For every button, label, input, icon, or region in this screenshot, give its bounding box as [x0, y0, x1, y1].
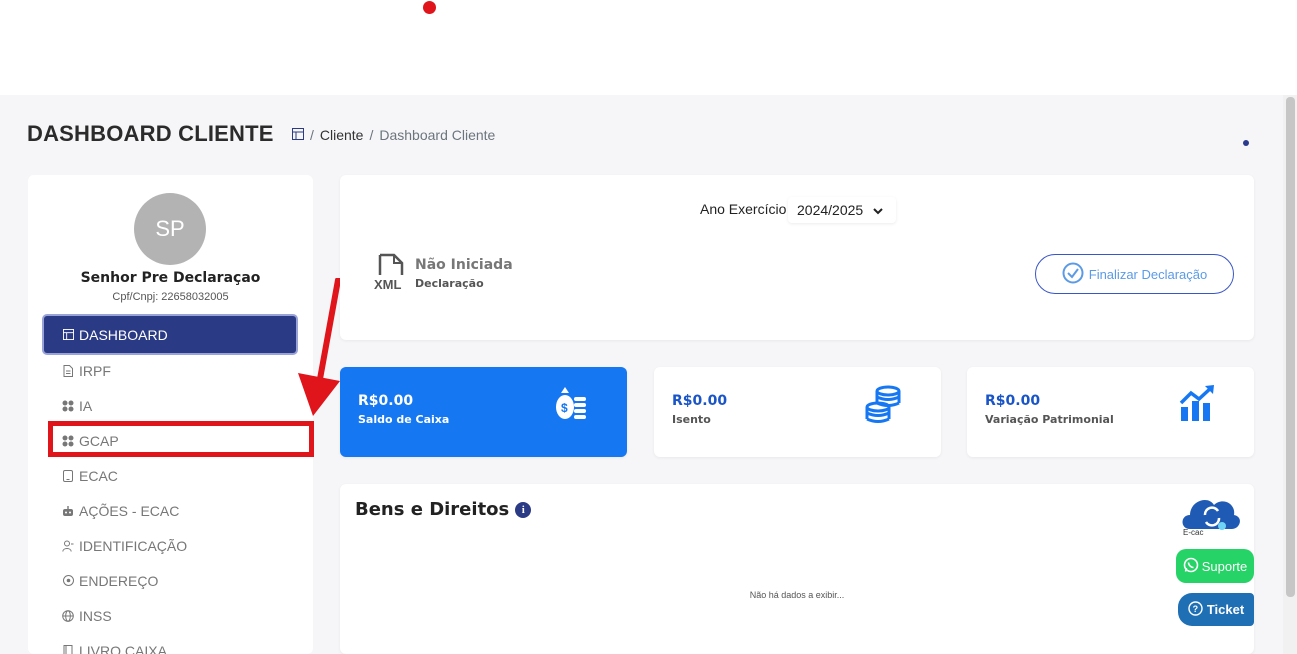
question-icon: ?: [1188, 600, 1203, 619]
ano-exercicio-select[interactable]: 2024/2025: [788, 197, 896, 223]
robot-icon: [62, 505, 74, 517]
stat-value: R$0.00: [358, 393, 414, 409]
check-circle-icon: [1062, 262, 1084, 287]
ano-exercicio-label: Ano Exercício: [700, 201, 787, 217]
sidebar-item-label: AÇÕES - ECAC: [79, 502, 180, 519]
sidebar-item-irpf[interactable]: IRPF: [44, 353, 296, 388]
bens-direitos-card: Bens e Direitos i Não há dados a exibir.…: [340, 484, 1254, 654]
sidebar-item-acoes-ecac[interactable]: AÇÕES - ECAC: [44, 493, 296, 528]
top-bar: [0, 0, 1297, 95]
document-icon: [62, 364, 74, 377]
declaration-status: Não Iniciada: [415, 257, 513, 273]
svg-text:$: $: [561, 401, 568, 415]
stat-saldo-caixa: R$0.00 Saldo de Caixa $: [340, 367, 627, 457]
xml-icon-text: XML: [374, 277, 402, 291]
sidebar-item-label: IRPF: [79, 362, 111, 379]
ticket-button[interactable]: ? Ticket: [1178, 593, 1254, 626]
sidebar-item-label: LIVRO CAIXA: [79, 642, 167, 654]
sidebar-item-ecac[interactable]: ECAC: [44, 458, 296, 493]
ecac-label: E-cac: [1183, 528, 1204, 537]
sidebar-item-endereco[interactable]: ENDEREÇO: [44, 563, 296, 598]
bens-direitos-title: Bens e Direitos i: [355, 499, 532, 520]
person-icon: [62, 540, 74, 552]
stat-label: Saldo de Caixa: [358, 413, 450, 426]
red-arrow-annotation: [298, 278, 341, 416]
sidebar-item-label: IA: [79, 397, 93, 414]
chart-up-icon: [1179, 385, 1217, 425]
sidebar-menu: DASHBOARD IRPF IA GCAP ECAC AÇÕES - ECAC…: [44, 316, 296, 654]
coins-icon: [864, 385, 902, 425]
sidebar-item-identificacao[interactable]: IDENTIFICAÇÃO: [44, 528, 296, 563]
sidebar-item-ia[interactable]: IA: [44, 388, 296, 423]
user-name: Senhor Pre Declaraçao: [80, 270, 261, 286]
suporte-label: Suporte: [1201, 558, 1248, 574]
declaration-card: Ano Exercício 2024/2025 XML Não Iniciada…: [340, 175, 1254, 340]
sidebar-item-label: ENDEREÇO: [79, 572, 159, 589]
status-dot: [1243, 140, 1249, 146]
page-title: DASHBOARD CLIENTE: [27, 121, 274, 146]
sidebar-item-livro-caixa[interactable]: LIVRO CAIXA: [44, 633, 296, 654]
stat-label: Variação Patrimonial: [985, 413, 1114, 426]
info-icon[interactable]: i: [515, 501, 532, 518]
sidebar-item-label: ECAC: [79, 467, 118, 484]
sidebar-item-label: DASHBOARD: [79, 326, 168, 343]
stat-isento: R$0.00 Isento: [654, 367, 941, 457]
sidebar-item-label: IDENTIFICAÇÃO: [79, 537, 188, 554]
breadcrumb: / Cliente / Dashboard Cliente: [292, 127, 495, 143]
breadcrumb-dashboard-cliente: Dashboard Cliente: [379, 127, 496, 143]
suporte-whatsapp-button[interactable]: Suporte: [1176, 549, 1254, 583]
red-dot-marker: [423, 1, 436, 14]
stat-value: R$0.00: [985, 393, 1041, 409]
stat-label: Isento: [672, 413, 711, 426]
dashboard-icon: [62, 329, 74, 340]
finalizar-declaracao-button[interactable]: Finalizar Declaração: [1035, 254, 1234, 294]
gcap-highlight-box: [48, 421, 314, 457]
book-icon: [62, 644, 74, 654]
location-icon: [62, 574, 74, 587]
chevron-down-icon: [873, 202, 883, 218]
sidebar-item-dashboard[interactable]: DASHBOARD: [44, 316, 296, 353]
money-bag-icon: $: [552, 385, 590, 425]
xml-file-icon: XML: [374, 253, 410, 292]
globe-icon: [62, 609, 74, 622]
page-scrollbar[interactable]: [1283, 95, 1297, 654]
tablet-icon: [62, 469, 74, 482]
ano-exercicio-value: 2024/2025: [797, 202, 864, 218]
stat-variacao-patrimonial: R$0.00 Variação Patrimonial: [967, 367, 1254, 457]
finalizar-declaracao-label: Finalizar Declaração: [1088, 266, 1208, 282]
scrollbar-thumb[interactable]: [1286, 97, 1295, 597]
sidebar: SP Senhor Pre Declaraçao Cpf/Cnpj: 22658…: [28, 175, 313, 654]
whatsapp-icon: [1183, 557, 1199, 576]
breadcrumb-cliente[interactable]: Cliente: [320, 127, 364, 143]
avatar: SP: [134, 193, 206, 265]
sidebar-item-inss[interactable]: INSS: [44, 598, 296, 633]
stat-value: R$0.00: [672, 393, 728, 409]
sidebar-item-label: INSS: [79, 607, 112, 624]
user-document: Cpf/Cnpj: 22658032005: [112, 291, 229, 303]
empty-message: Não há dados a exibir...: [749, 590, 845, 600]
declaration-status-sub: Declaração: [415, 277, 484, 290]
dashboard-icon[interactable]: [292, 127, 304, 143]
grid-icon: [62, 400, 74, 412]
svg-text:?: ?: [1192, 604, 1198, 614]
ticket-label: Ticket: [1206, 602, 1245, 617]
